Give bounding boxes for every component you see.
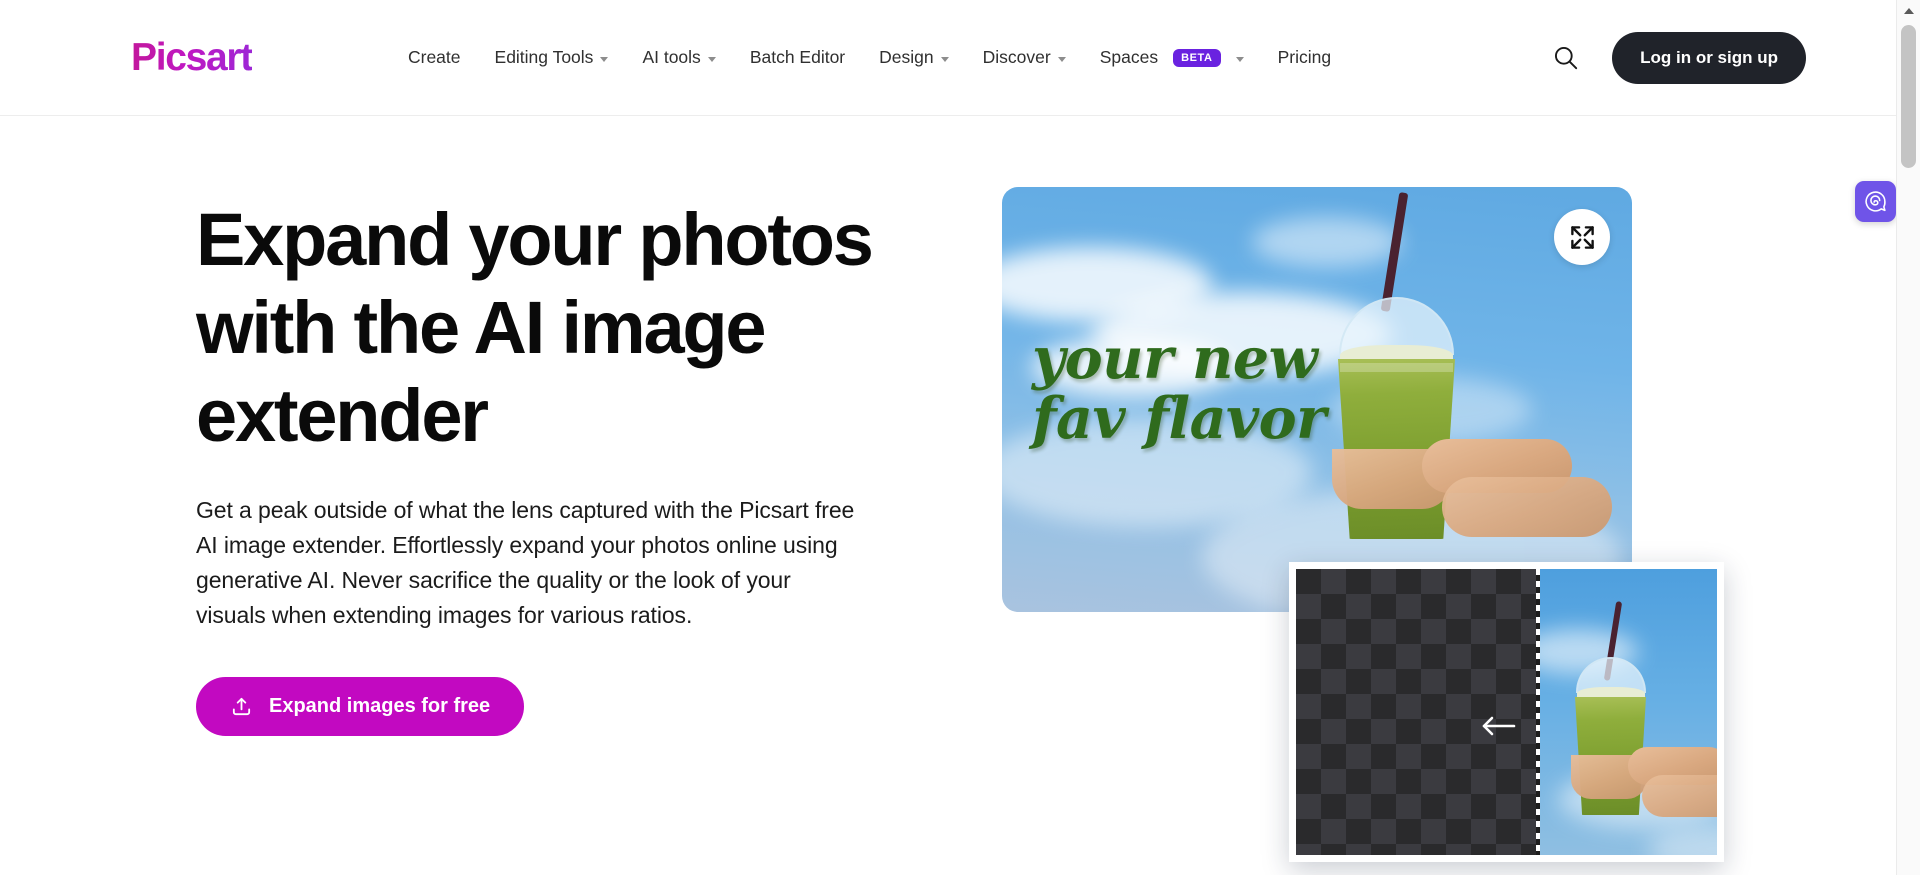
caption-line-2: fav flavor <box>1032 385 1326 452</box>
main-navigation: Create Editing Tools AI tools Batch Edit… <box>391 47 1348 68</box>
nav-item-editing-tools[interactable]: Editing Tools <box>478 47 626 68</box>
expand-arrows-icon[interactable] <box>1554 209 1610 265</box>
transparency-checkerboard <box>1296 569 1538 855</box>
nav-label: Design <box>879 47 934 67</box>
preview-photo <box>1538 569 1717 855</box>
search-icon[interactable] <box>1548 41 1582 75</box>
scrollbar-thumb[interactable] <box>1901 25 1916 168</box>
page-title: Expand your photos with the AI image ext… <box>196 198 874 457</box>
nav-item-design[interactable]: Design <box>862 47 965 68</box>
arrow-left-icon <box>1478 713 1518 744</box>
cloud-shape <box>1252 217 1402 267</box>
hero-image-caption: your new fav flavor <box>1032 329 1326 449</box>
hero-image[interactable]: your new fav flavor <box>1002 187 1632 612</box>
header-actions: Log in or sign up <box>1548 31 1806 84</box>
chat-spiral-icon[interactable] <box>1855 181 1896 222</box>
nav-item-create[interactable]: Create <box>391 47 478 68</box>
nav-label: Discover <box>982 47 1051 67</box>
expand-images-button[interactable]: Expand images for free <box>196 677 525 736</box>
page-root: Picsart Create Editing Tools AI tools Ba… <box>0 0 1920 875</box>
nav-item-ai-tools[interactable]: AI tools <box>625 47 732 68</box>
nav-item-pricing[interactable]: Pricing <box>1261 47 1349 68</box>
nav-label: Editing Tools <box>494 47 594 67</box>
cta-label: Expand images for free <box>269 695 491 717</box>
login-signup-button[interactable]: Log in or sign up <box>1612 31 1806 84</box>
hero-text-column: Expand your photos with the AI image ext… <box>196 196 876 736</box>
upload-icon <box>230 695 253 718</box>
nav-label: Pricing <box>1277 47 1332 67</box>
nav-label: Spaces <box>1099 47 1159 67</box>
dashed-divider <box>1536 569 1540 855</box>
picsart-logo[interactable]: Picsart <box>131 38 253 77</box>
nav-label: Create <box>407 47 461 67</box>
caption-line-1: your new <box>1032 325 1318 392</box>
expand-preview-card[interactable] <box>1289 562 1724 862</box>
scroll-up-arrow-icon[interactable] <box>1897 0 1920 22</box>
beta-badge: BETA <box>1173 48 1221 67</box>
nav-label: Batch Editor <box>749 47 846 67</box>
nav-item-batch-editor[interactable]: Batch Editor <box>733 47 862 68</box>
preview-inner <box>1296 569 1717 855</box>
chevron-down-icon <box>600 56 609 62</box>
vertical-scrollbar[interactable] <box>1896 0 1920 875</box>
chevron-down-icon <box>707 56 716 62</box>
chevron-down-icon <box>1057 56 1066 62</box>
hero-description: Get a peak outside of what the lens capt… <box>196 497 855 628</box>
chevron-down-icon <box>1235 56 1244 62</box>
chevron-down-icon <box>940 56 949 62</box>
nav-label: AI tools <box>642 47 701 67</box>
nav-item-spaces[interactable]: Spaces BETA <box>1083 47 1261 68</box>
site-header: Picsart Create Editing Tools AI tools Ba… <box>0 0 1896 116</box>
cloud-shape <box>1648 824 1717 855</box>
nav-item-discover[interactable]: Discover <box>966 47 1083 68</box>
